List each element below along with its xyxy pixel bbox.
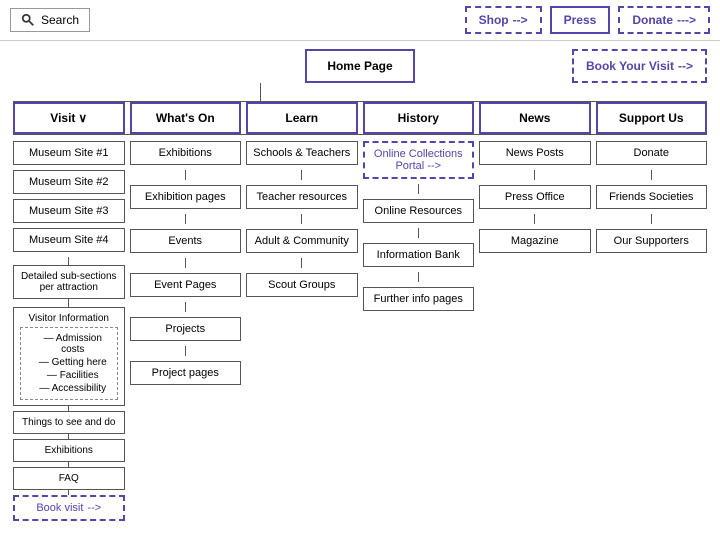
- donate-node: Donate: [596, 141, 708, 165]
- online-collections-node[interactable]: Online Collections Portal -->: [363, 141, 475, 179]
- search-icon: [21, 13, 35, 27]
- visit-detail-area: Detailed sub-sections per attraction Vis…: [13, 257, 125, 521]
- whats-on-column: Exhibitions Exhibition pages Events Even…: [130, 141, 242, 385]
- donate-button[interactable]: Donate --->: [618, 6, 710, 34]
- content-columns: Museum Site #1 Museum Site #2 Museum Sit…: [13, 141, 707, 521]
- news-posts-node: News Posts: [479, 141, 591, 165]
- visitor-info-inner: Admission costs Getting here Facilities …: [20, 327, 118, 400]
- top-hline-container: [13, 101, 707, 102]
- nav-support-us[interactable]: Support Us: [596, 102, 708, 134]
- teacher-resources-node: Teacher resources: [246, 185, 358, 209]
- events-node: Events: [130, 229, 242, 253]
- nav-learn[interactable]: Learn: [246, 102, 358, 134]
- friends-societies-node: Friends Societies: [596, 185, 708, 209]
- book-visit-node[interactable]: Book visit -->: [13, 495, 125, 521]
- magazine-node: Magazine: [479, 229, 591, 253]
- our-supporters-node: Our Supporters: [596, 229, 708, 253]
- admission-item: Admission costs: [27, 332, 111, 356]
- facilities-item: Facilities: [27, 369, 111, 382]
- exhibitions-node: Exhibitions: [13, 439, 125, 462]
- press-button[interactable]: Press: [550, 6, 611, 34]
- learn-column: Schools & Teachers Teacher resources Adu…: [246, 141, 358, 297]
- support-column: Donate Friends Societies Our Supporters: [596, 141, 708, 253]
- app-container: Search Shop --> Press Donate ---> Home P…: [0, 0, 720, 529]
- things-node: Things to see and do: [13, 411, 125, 434]
- visit-sites: Museum Site #1 Museum Site #2 Museum Sit…: [13, 141, 125, 252]
- visit-panel: Museum Site #1 Museum Site #2 Museum Sit…: [13, 141, 125, 252]
- detail-to-info-vline: [68, 299, 69, 307]
- header: Search Shop --> Press Donate --->: [0, 0, 720, 41]
- nav-visit[interactable]: Visit ∨: [13, 102, 125, 134]
- search-box[interactable]: Search: [10, 8, 90, 32]
- press-office-node: Press Office: [479, 185, 591, 209]
- schools-node: Schools & Teachers: [246, 141, 358, 165]
- site1-node: Museum Site #1: [13, 141, 125, 165]
- history-column: Online Collections Portal --> Online Res…: [363, 141, 475, 311]
- scout-groups-node: Scout Groups: [246, 273, 358, 297]
- nav-history[interactable]: History: [363, 102, 475, 134]
- visitor-info-box: Visitor Information Admission costs Gett…: [13, 307, 125, 406]
- site2-node: Museum Site #2: [13, 170, 125, 194]
- home-page-box: Home Page: [305, 49, 414, 83]
- visit-detail-vline: [68, 257, 69, 265]
- nav-bottom-hline: [13, 134, 707, 135]
- projects-node: Projects: [130, 317, 242, 341]
- sub-sections-box: Detailed sub-sections per attraction: [13, 265, 125, 299]
- home-row: Home Page Book Your Visit -->: [8, 49, 712, 83]
- adult-community-node: Adult & Community: [246, 229, 358, 253]
- faq-node: FAQ: [13, 467, 125, 490]
- online-resources-node: Online Resources: [363, 199, 475, 223]
- nav-news[interactable]: News: [479, 102, 591, 134]
- accessibility-item: Accessibility: [27, 382, 111, 395]
- exhibitions-main: Exhibitions: [130, 141, 242, 165]
- event-pages-node: Event Pages: [130, 273, 242, 297]
- search-label: Search: [41, 13, 79, 27]
- further-info-node: Further info pages: [363, 287, 475, 311]
- project-pages-node: Project pages: [130, 361, 242, 385]
- exhibition-pages: Exhibition pages: [130, 185, 242, 209]
- nav-whats-on[interactable]: What's On: [130, 102, 242, 134]
- site3-node: Museum Site #3: [13, 199, 125, 223]
- nav-sections: Visit ∨ What's On Learn History News Sup…: [13, 102, 707, 134]
- information-bank-node: Information Bank: [363, 243, 475, 267]
- site4-node: Museum Site #4: [13, 228, 125, 252]
- book-your-visit-button[interactable]: Book Your Visit -->: [572, 49, 707, 83]
- visit-column: Museum Site #1 Museum Site #2 Museum Sit…: [13, 141, 125, 521]
- news-column: News Posts Press Office Magazine: [479, 141, 591, 253]
- shop-button[interactable]: Shop -->: [465, 6, 542, 34]
- sitemap: Home Page Book Your Visit --> Visit ∨: [0, 41, 720, 529]
- home-center: Home Page: [133, 49, 587, 83]
- getting-here-item: Getting here: [27, 356, 111, 369]
- home-vline: [8, 83, 712, 101]
